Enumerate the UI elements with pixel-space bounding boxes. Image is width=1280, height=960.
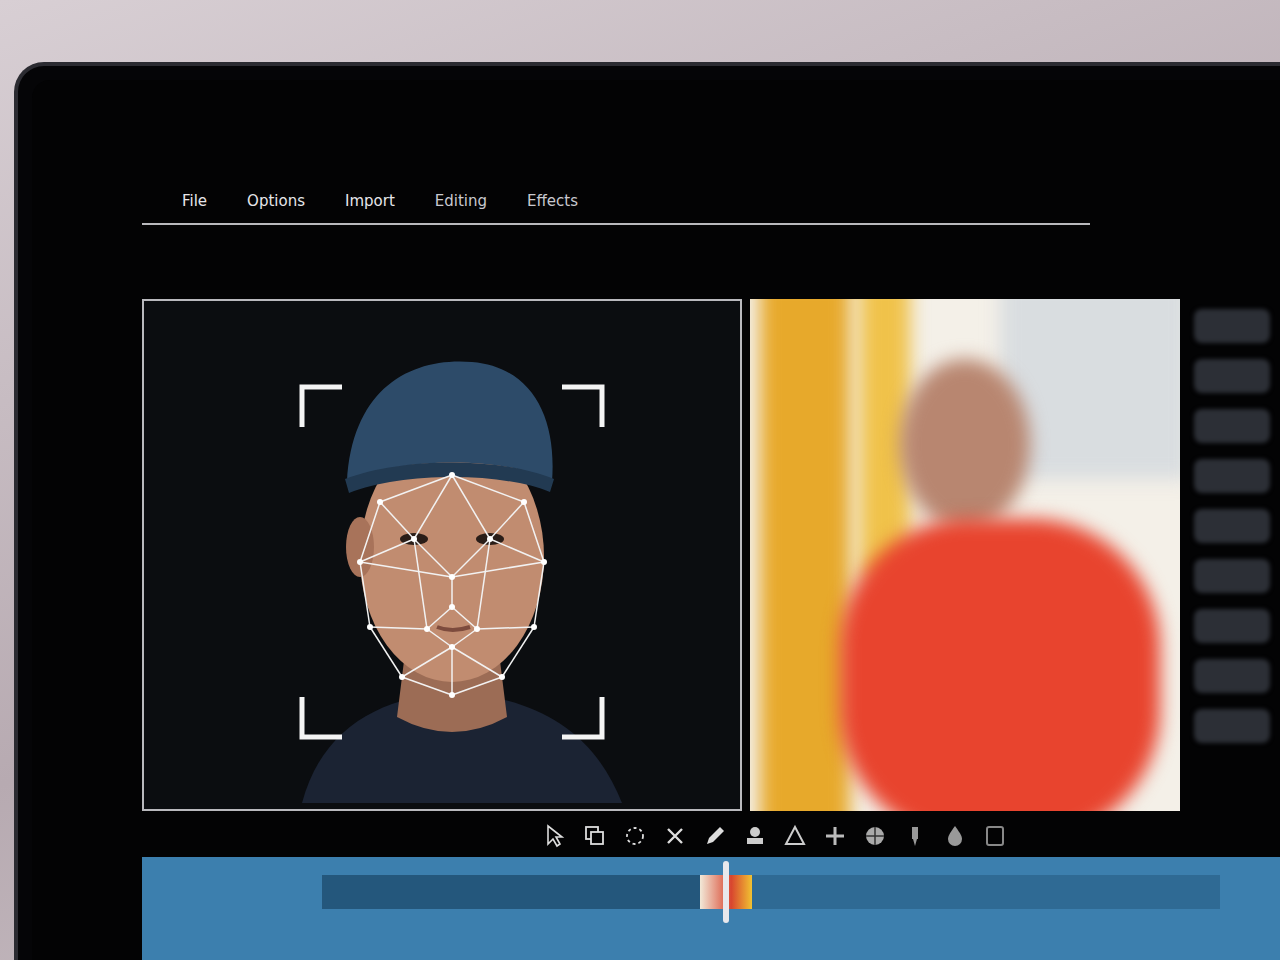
menu-item[interactable]: Effects — [527, 190, 578, 213]
menu-item[interactable]: Options — [247, 190, 305, 213]
settings-panel — [1188, 299, 1280, 811]
menu-item[interactable]: File — [182, 190, 207, 213]
laptop-frame: File Options Import Editing Effects — [14, 62, 1280, 960]
settings-control[interactable] — [1194, 659, 1270, 693]
globe-icon[interactable] — [862, 823, 888, 849]
lasso-icon[interactable] — [622, 823, 648, 849]
timeline-track[interactable] — [322, 875, 1220, 909]
pen-icon[interactable] — [702, 823, 728, 849]
toolbar — [142, 811, 1280, 857]
settings-control[interactable] — [1194, 609, 1270, 643]
settings-control[interactable] — [1194, 459, 1270, 493]
settings-control[interactable] — [1194, 509, 1270, 543]
video-preview[interactable] — [750, 299, 1180, 811]
settings-control[interactable] — [1194, 409, 1270, 443]
menu-item[interactable]: Editing — [435, 190, 487, 213]
brush-icon[interactable] — [902, 823, 928, 849]
drop-icon[interactable] — [942, 823, 968, 849]
shape-icon[interactable] — [782, 823, 808, 849]
playhead[interactable] — [723, 861, 729, 923]
settings-control[interactable] — [1194, 309, 1270, 343]
plus-icon[interactable] — [822, 823, 848, 849]
settings-control[interactable] — [1194, 709, 1270, 743]
settings-control[interactable] — [1194, 559, 1270, 593]
menu-bar: File Options Import Editing Effects — [142, 190, 1090, 225]
timeline-progress — [322, 875, 726, 909]
layers-icon[interactable] — [982, 823, 1008, 849]
close-icon[interactable] — [662, 823, 688, 849]
menu-item[interactable]: Import — [345, 190, 395, 213]
settings-control[interactable] — [1194, 359, 1270, 393]
copy-icon[interactable] — [582, 823, 608, 849]
face-mesh — [302, 387, 602, 737]
work-area — [142, 299, 1280, 811]
timeline — [142, 857, 1280, 960]
app-window: File Options Import Editing Effects — [32, 80, 1280, 960]
stamp-icon[interactable] — [742, 823, 768, 849]
pointer-icon[interactable] — [542, 823, 568, 849]
face-preview[interactable] — [142, 299, 742, 811]
